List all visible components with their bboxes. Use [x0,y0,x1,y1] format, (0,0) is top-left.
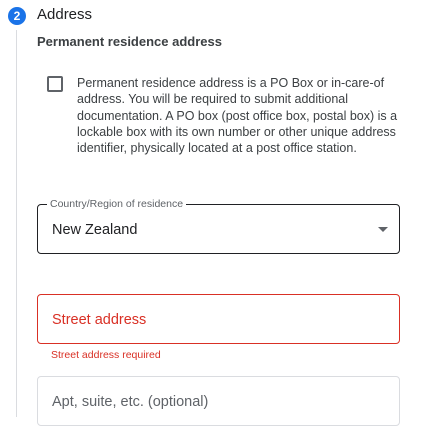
step-number-badge: 2 [8,7,26,25]
step-title: Address [37,6,93,23]
section-title: Permanent residence address [37,34,222,49]
country-select-label: Country/Region of residence [47,197,187,211]
po-box-checkbox-label[interactable]: Permanent residence address is a PO Box … [77,75,407,156]
street-address-placeholder: Street address [52,312,147,328]
street-address-error: Street address required [51,349,161,361]
country-select[interactable]: Country/Region of residence New Zealand [37,197,400,254]
dropdown-arrow-icon [378,227,388,232]
country-select-value: New Zealand [52,222,138,238]
step-connector-line [16,30,17,417]
apt-suite-input[interactable]: Apt, suite, etc. (optional) [37,376,400,426]
street-address-input[interactable]: Street address [37,294,400,344]
apt-suite-placeholder: Apt, suite, etc. (optional) [52,394,209,410]
po-box-checkbox[interactable] [47,76,63,92]
